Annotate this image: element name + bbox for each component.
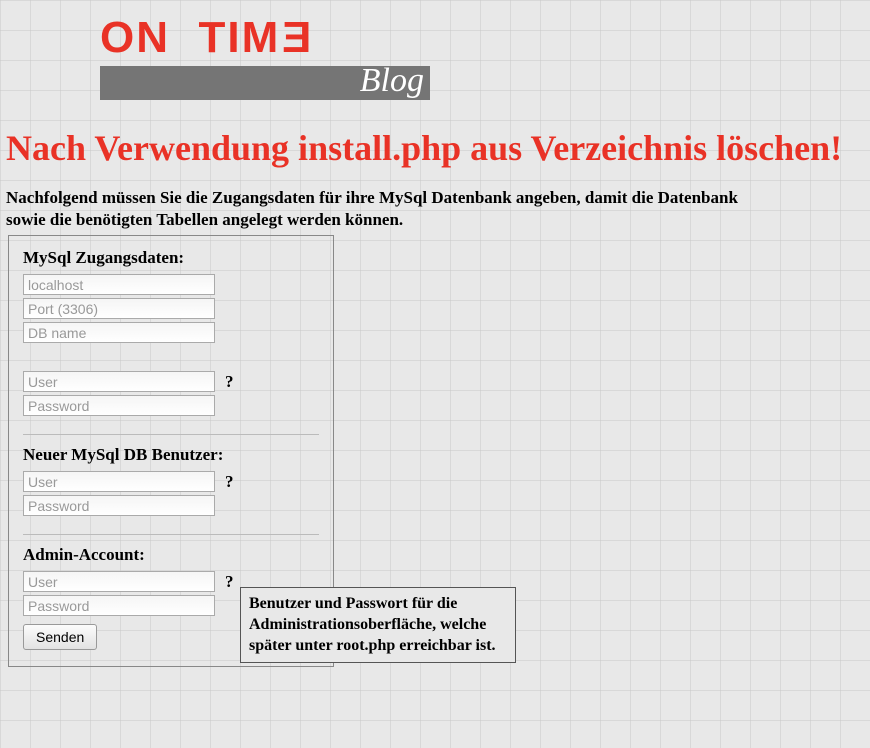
mysql-user-input[interactable]	[23, 371, 215, 392]
admin-user-input[interactable]	[23, 571, 215, 592]
admin-help-tooltip: Benutzer und Passwort für die Administra…	[240, 587, 516, 663]
help-icon[interactable]: ?	[225, 572, 234, 591]
newuser-user-input[interactable]	[23, 471, 215, 492]
intro-text: Nachfolgend müssen Sie die Zugangsdaten …	[6, 187, 746, 231]
logo-tim: TIM	[198, 13, 280, 62]
logo: ON TIME Blog	[0, 0, 870, 105]
admin-password-input[interactable]	[23, 595, 215, 616]
newuser-password-input[interactable]	[23, 495, 215, 516]
mysql-host-input[interactable]	[23, 274, 215, 295]
mysql-password-input[interactable]	[23, 395, 215, 416]
newuser-section-label: Neuer MySql DB Benutzer:	[23, 445, 319, 465]
mysql-section-label: MySql Zugangsdaten:	[23, 248, 319, 268]
logo-on: ON	[100, 13, 170, 62]
mysql-dbname-input[interactable]	[23, 322, 215, 343]
page-warning-heading: Nach Verwendung install.php aus Verzeich…	[6, 127, 864, 169]
help-icon[interactable]: ?	[225, 372, 234, 391]
admin-section-label: Admin-Account:	[23, 545, 319, 565]
mysql-port-input[interactable]	[23, 298, 215, 319]
submit-button[interactable]: Senden	[23, 624, 97, 650]
help-icon[interactable]: ?	[225, 472, 234, 491]
logo-blog: Blog	[360, 62, 424, 100]
